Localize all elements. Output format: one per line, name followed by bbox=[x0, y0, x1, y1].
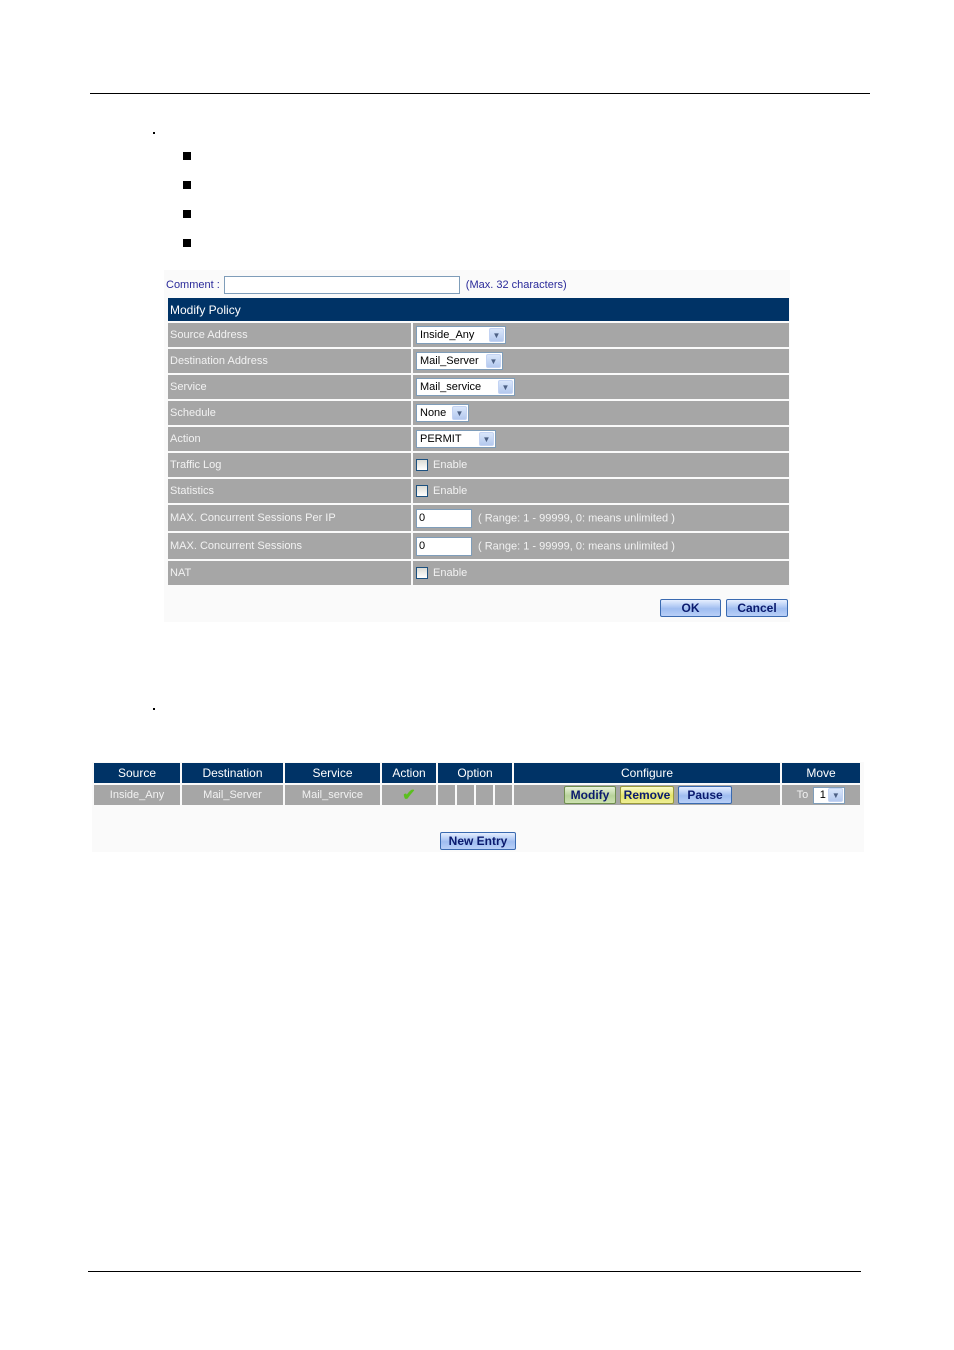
chevron-down-icon: ▼ bbox=[479, 432, 494, 446]
cell-move: To 1 ▼ bbox=[782, 783, 860, 805]
checkbox-label: Enable bbox=[433, 567, 468, 580]
form-row-source-address: Source Address Inside_Any ▼ bbox=[168, 321, 789, 347]
field-label: Schedule bbox=[168, 399, 411, 425]
form-row-traffic-log: Traffic Log Enable bbox=[168, 451, 789, 477]
nat-checkbox[interactable] bbox=[416, 567, 428, 580]
cell-service: Mail_service bbox=[285, 783, 382, 805]
col-option: Option bbox=[438, 763, 514, 783]
chevron-down-icon: ▼ bbox=[486, 354, 501, 368]
form-row-service: Service Mail_service ▼ bbox=[168, 373, 789, 399]
modify-policy-title: Modify Policy bbox=[168, 298, 789, 321]
field-label: Traffic Log bbox=[168, 451, 411, 477]
comment-hint: (Max. 32 characters) bbox=[465, 279, 567, 291]
destination-address-select[interactable]: Mail_Server ▼ bbox=[416, 352, 503, 370]
move-to-label: To bbox=[796, 789, 809, 801]
cell-source: Inside_Any bbox=[94, 783, 182, 805]
bullet-icon bbox=[183, 152, 191, 160]
field-label: MAX. Concurrent Sessions bbox=[168, 531, 411, 559]
field-label: Action bbox=[168, 425, 411, 451]
col-action: Action bbox=[382, 763, 438, 783]
cell-configure: Modify Remove Pause bbox=[514, 783, 782, 805]
list-marker bbox=[153, 708, 155, 710]
comment-row: Comment : (Max. 32 characters) bbox=[166, 275, 567, 295]
max-sessions-input[interactable]: 0 bbox=[416, 536, 472, 556]
header-rule bbox=[90, 93, 870, 94]
cell-option bbox=[495, 783, 514, 805]
comment-input[interactable] bbox=[223, 276, 460, 294]
field-label: Destination Address bbox=[168, 347, 411, 373]
bullet-icon bbox=[183, 239, 191, 247]
form-row-max-sessions-per-ip: MAX. Concurrent Sessions Per IP 0 ( Range… bbox=[168, 503, 789, 531]
range-hint: ( Range: 1 - 99999, 0: means unlimited ) bbox=[478, 540, 675, 552]
checkbox-label: Enable bbox=[433, 485, 468, 498]
footer-rule bbox=[88, 1271, 861, 1272]
list-marker bbox=[153, 132, 155, 134]
bullet-icon bbox=[183, 181, 191, 189]
checkbox-label: Enable bbox=[433, 459, 468, 472]
cell-destination: Mail_Server bbox=[182, 783, 285, 805]
field-label: NAT bbox=[168, 559, 411, 585]
form-row-action: Action PERMIT ▼ bbox=[168, 425, 789, 451]
chevron-down-icon: ▼ bbox=[828, 788, 844, 802]
form-row-schedule: Schedule None ▼ bbox=[168, 399, 789, 425]
range-hint: ( Range: 1 - 99999, 0: means unlimited ) bbox=[478, 512, 675, 524]
table-header-row: Source Destination Service Action Option… bbox=[94, 763, 860, 783]
field-label: MAX. Concurrent Sessions Per IP bbox=[168, 503, 411, 531]
bullet-icon bbox=[183, 210, 191, 218]
modify-policy-table: Modify Policy Source Address Inside_Any … bbox=[168, 298, 789, 585]
col-service: Service bbox=[285, 763, 382, 783]
permit-check-icon: ✔ bbox=[402, 787, 416, 804]
form-row-statistics: Statistics Enable bbox=[168, 477, 789, 503]
schedule-select[interactable]: None ▼ bbox=[416, 404, 469, 422]
modify-button[interactable]: Modify bbox=[564, 786, 616, 804]
ok-button[interactable]: OK bbox=[660, 599, 721, 617]
form-row-destination-address: Destination Address Mail_Server ▼ bbox=[168, 347, 789, 373]
field-label: Service bbox=[168, 373, 411, 399]
cell-option bbox=[476, 783, 495, 805]
field-label: Statistics bbox=[168, 477, 411, 503]
form-row-nat: NAT Enable bbox=[168, 559, 789, 585]
statistics-checkbox[interactable] bbox=[416, 485, 428, 498]
chevron-down-icon: ▼ bbox=[452, 406, 467, 420]
chevron-down-icon: ▼ bbox=[489, 328, 504, 342]
max-sessions-per-ip-input[interactable]: 0 bbox=[416, 508, 472, 528]
col-destination: Destination bbox=[182, 763, 285, 783]
cell-action: ✔ bbox=[382, 783, 438, 805]
policy-list-table: Source Destination Service Action Option… bbox=[94, 763, 860, 805]
col-configure: Configure bbox=[514, 763, 782, 783]
col-move: Move bbox=[782, 763, 860, 783]
table-row: Inside_Any Mail_Server Mail_service ✔ Mo… bbox=[94, 783, 860, 805]
cancel-button[interactable]: Cancel bbox=[726, 599, 788, 617]
move-position-select[interactable]: 1 ▼ bbox=[813, 786, 846, 804]
col-source: Source bbox=[94, 763, 182, 783]
cell-option bbox=[438, 783, 457, 805]
form-row-max-sessions: MAX. Concurrent Sessions 0 ( Range: 1 - 9… bbox=[168, 531, 789, 559]
new-entry-button[interactable]: New Entry bbox=[440, 832, 516, 850]
traffic-log-checkbox[interactable] bbox=[416, 459, 428, 472]
remove-button[interactable]: Remove bbox=[620, 786, 674, 804]
comment-label: Comment : bbox=[166, 279, 220, 291]
pause-button[interactable]: Pause bbox=[678, 786, 732, 804]
cell-option bbox=[457, 783, 476, 805]
service-select[interactable]: Mail_service ▼ bbox=[416, 378, 515, 396]
field-label: Source Address bbox=[168, 321, 411, 347]
chevron-down-icon: ▼ bbox=[498, 380, 513, 394]
action-select[interactable]: PERMIT ▼ bbox=[416, 430, 496, 448]
source-address-select[interactable]: Inside_Any ▼ bbox=[416, 326, 506, 344]
